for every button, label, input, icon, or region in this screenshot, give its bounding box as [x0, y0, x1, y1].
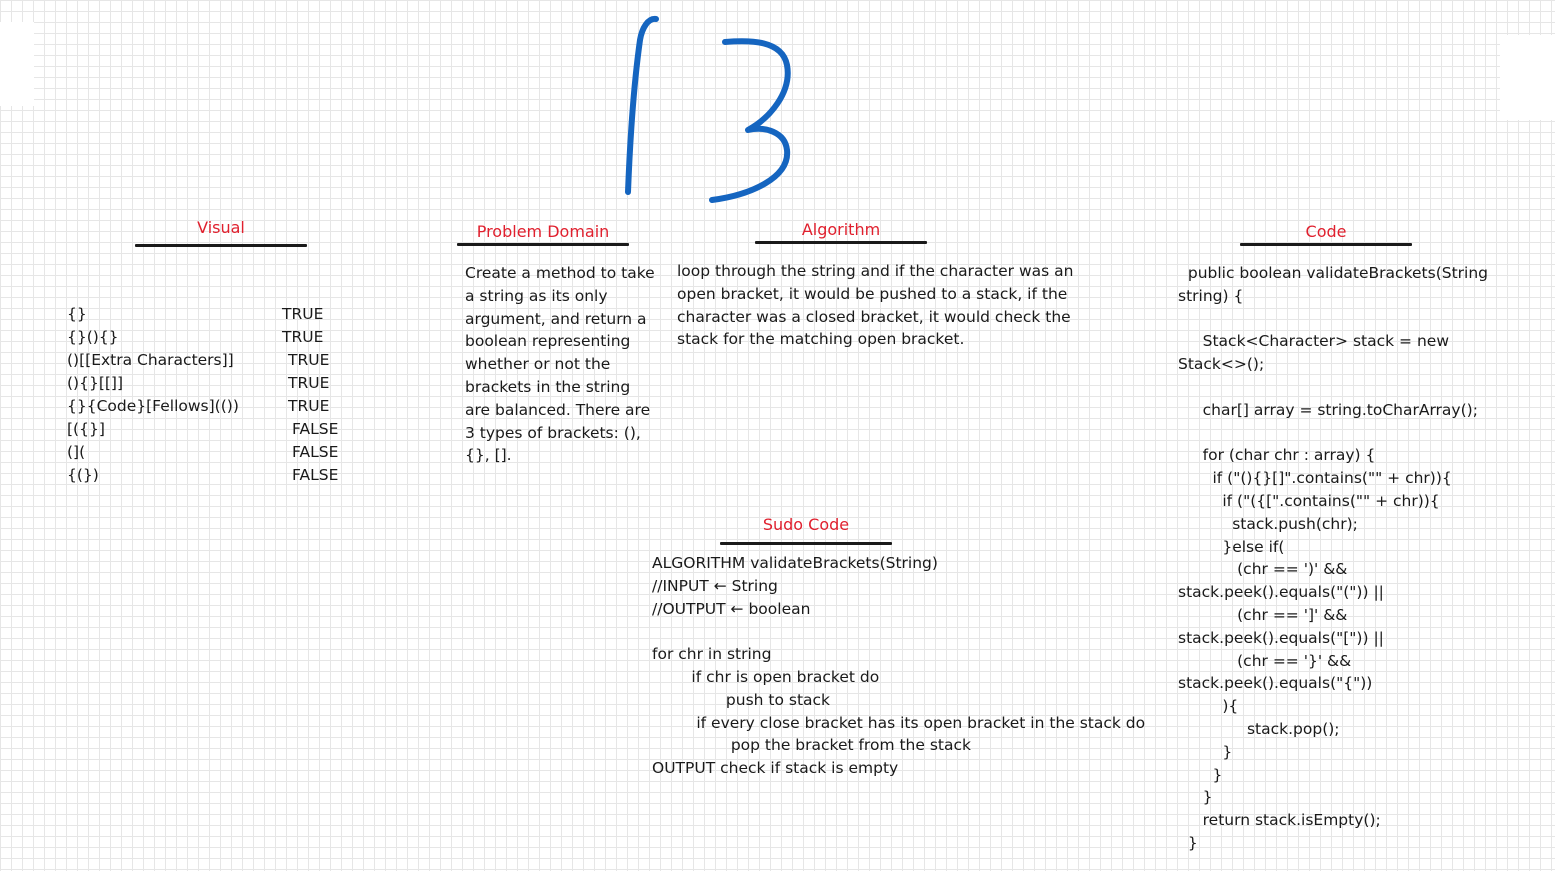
visual-row-input: [({}]	[67, 420, 105, 438]
problem-domain-underline	[457, 243, 629, 246]
code-line: }	[1178, 833, 1198, 852]
sudo-code-line: //INPUT ← String	[652, 576, 778, 595]
sudo-code-heading: Sudo Code	[762, 515, 850, 534]
visual-row-input: {}(){}	[67, 328, 119, 346]
code-line: stack.pop();	[1178, 719, 1340, 738]
code-line: (chr == ')' &&	[1178, 560, 1348, 579]
visual-row-result: TRUE	[288, 397, 330, 415]
sudo-code-underline	[720, 542, 892, 545]
code-line: char[] array = string.toCharArray();	[1178, 400, 1478, 419]
sudo-code-line: if every close bracket has its open brac…	[652, 713, 1146, 732]
code-line: }else if(	[1178, 537, 1285, 556]
visual-row-input: {}	[67, 305, 87, 323]
sudo-code-line: OUTPUT check if stack is empty	[652, 759, 899, 778]
code-line: (chr == '}' &&	[1178, 651, 1352, 670]
code-underline	[1240, 243, 1412, 246]
visual-underline	[135, 244, 307, 247]
code-line: }	[1178, 742, 1233, 761]
algorithm-text: loop through the string and if the chara…	[677, 262, 1074, 349]
code-block: public boolean validateBrackets(String st…	[1178, 262, 1548, 855]
sudo-code-line: if chr is open bracket do	[652, 667, 880, 686]
code-line: stack.peek().equals("(")) ||	[1178, 583, 1384, 602]
code-line: stack.peek().equals("{"))	[1178, 674, 1373, 693]
algorithm-underline	[755, 241, 927, 244]
sudo-code-line	[652, 620, 1212, 643]
visual-row-result: FALSE	[292, 466, 339, 484]
code-line: if ("({[".contains("" + chr)){	[1178, 491, 1440, 510]
digit-three-stroke	[709, 38, 791, 203]
visual-heading: Visual	[197, 218, 245, 237]
problem-domain-heading: Problem Domain	[476, 222, 610, 241]
visual-row-result: TRUE	[282, 305, 324, 323]
code-line: ){	[1178, 697, 1239, 716]
sudo-code-line: push to stack	[652, 690, 831, 709]
visual-row-input: (){}[[]]	[67, 374, 124, 392]
page-number-13	[625, 15, 791, 203]
code-line: Stack<Character> stack = new	[1178, 332, 1450, 351]
sudo-code-line: for chr in string	[652, 645, 772, 664]
code-line: if ("(){}[]".contains("" + chr)){	[1178, 469, 1452, 488]
code-line: for (char chr : array) {	[1178, 446, 1376, 465]
visual-row-result: TRUE	[288, 351, 330, 369]
visual-row-result: FALSE	[292, 420, 339, 438]
code-line: stack.push(chr);	[1178, 514, 1358, 533]
code-heading: Code	[1305, 222, 1347, 241]
visual-row-input: {}{Code}[Fellows](())	[67, 397, 239, 415]
visual-row-input: {(})	[67, 466, 99, 484]
code-line: }	[1178, 788, 1213, 807]
sudo-code-block: ALGORITHM validateBrackets(String) //INPU…	[652, 552, 1212, 780]
sudo-code-line: pop the bracket from the stack	[652, 736, 971, 755]
code-line: Stack<>();	[1178, 355, 1265, 374]
digit-one-stroke	[625, 15, 659, 195]
blank-patch-left	[0, 22, 34, 106]
sudo-code-line: ALGORITHM validateBrackets(String)	[652, 554, 938, 572]
code-line: return stack.isEmpty();	[1178, 811, 1381, 830]
visual-row-result: TRUE	[288, 374, 330, 392]
visual-row-input: (](	[67, 443, 86, 461]
code-line: (chr == ']' &&	[1178, 605, 1348, 624]
problem-domain-text: Create a method to take a string as its …	[465, 264, 655, 465]
algorithm-heading: Algorithm	[801, 220, 881, 239]
visual-row-result: TRUE	[282, 328, 324, 346]
code-line: }	[1178, 765, 1223, 784]
blank-patch-right	[1500, 35, 1555, 120]
code-line: public boolean validateBrackets(String	[1178, 264, 1488, 282]
sudo-code-line: //OUTPUT ← boolean	[652, 599, 811, 618]
code-line: string) {	[1178, 286, 1244, 305]
visual-row-input: ()[[Extra Characters]]	[67, 351, 234, 369]
visual-row-result: FALSE	[292, 443, 339, 461]
code-line: stack.peek().equals("[")) ||	[1178, 628, 1384, 647]
